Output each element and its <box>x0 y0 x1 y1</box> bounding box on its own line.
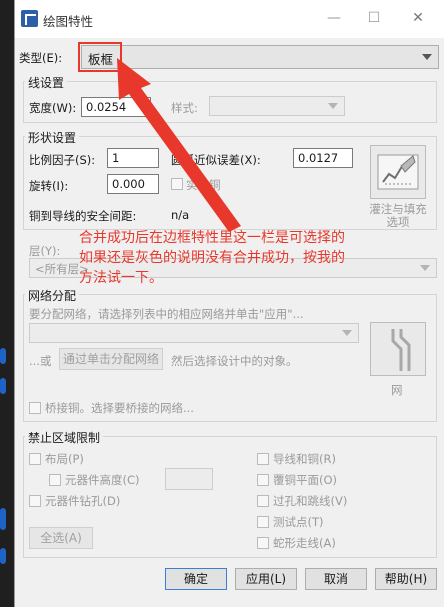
cancel-button[interactable]: 取消 <box>305 568 367 590</box>
component-drill-label: 元器件钻孔(D) <box>45 494 121 508</box>
layer-label: 层(Y): <box>29 244 61 258</box>
net-instruction: 要分配网络，请选择列表中的相应网络并单击"应用"... <box>29 307 304 321</box>
style-select[interactable] <box>209 96 345 116</box>
arc-error-input[interactable]: 0.0127 <box>293 148 353 168</box>
arc-error-label: 圆弧近似误差(X): <box>171 153 261 167</box>
component-drill-checkbox[interactable] <box>29 495 41 507</box>
traces-copper-label: 导线和铜(R) <box>273 452 336 466</box>
copper-plane-label: 覆铜平面(O) <box>273 473 338 487</box>
clearance-value: n/a <box>171 208 190 222</box>
net-button[interactable] <box>370 322 426 376</box>
type-label: 类型(E): <box>19 51 63 65</box>
bridge-copper-label: 桥接铜。选择要桥接的网络... <box>45 401 194 415</box>
vias-jumpers-label: 过孔和跳线(V) <box>273 494 348 508</box>
copper-plane-checkbox[interactable] <box>257 474 269 486</box>
annotation-line-1: 合并成功后在边框特性里这一栏是可选择的 <box>79 230 345 246</box>
width-input[interactable]: 0.0254 <box>81 97 151 117</box>
bridge-copper-checkbox[interactable] <box>29 402 41 414</box>
solid-copper-label: 实心铜 <box>186 178 221 192</box>
fill-options-button[interactable] <box>370 145 426 199</box>
help-button[interactable]: 帮助(H) <box>375 568 437 590</box>
minimize-icon[interactable]: — <box>323 8 345 28</box>
clearance-label: 铜到导线的安全间距: <box>29 209 137 223</box>
rotate-input[interactable]: 0.000 <box>107 174 159 194</box>
side-marker <box>0 548 6 564</box>
after-text: 然后选择设计中的对象。 <box>171 354 298 368</box>
width-label: 宽度(W): <box>29 101 77 115</box>
type-select[interactable]: 板框 <box>81 45 439 69</box>
layout-label: 布局(P) <box>45 452 84 466</box>
side-marker <box>0 508 6 530</box>
ok-button[interactable]: 确定 <box>165 568 227 590</box>
assign-net-by-click-button[interactable]: 通过单击分配网络 <box>59 348 163 370</box>
scale-input[interactable]: 1 <box>107 148 159 168</box>
select-all-button[interactable]: 全选(A) <box>29 527 93 549</box>
layout-checkbox[interactable] <box>29 453 41 465</box>
title-bar: 绘图特性 — ☐ ✕ <box>15 0 444 38</box>
serpentine-checkbox[interactable] <box>257 537 269 549</box>
line-settings-title: 线设置 <box>25 74 68 91</box>
scale-label: 比例因子(S): <box>29 153 96 167</box>
drawing-properties-dialog: 绘图特性 — ☐ ✕ 类型(E): 板框 线设置 宽度(W): 0.0254 样… <box>14 0 444 607</box>
fill-options-label: 灌注与填充选项 <box>369 202 427 229</box>
serpentine-label: 蛇形走线(A) <box>273 536 336 550</box>
annotation-line-2: 如果还是灰色的说明没有合并成功，按我的 <box>79 250 345 266</box>
rotate-label: 旋转(I): <box>29 179 69 193</box>
component-height-input[interactable] <box>165 468 213 490</box>
close-icon[interactable]: ✕ <box>407 8 429 28</box>
component-height-checkbox[interactable] <box>49 474 61 486</box>
net-routing-icon <box>391 329 411 371</box>
keepout-title: 禁止区域限制 <box>25 429 104 446</box>
window-title: 绘图特性 <box>43 14 94 29</box>
net-button-label: 网 <box>391 383 403 397</box>
flood-fill-icon <box>377 154 419 190</box>
shape-settings-title: 形状设置 <box>25 129 80 146</box>
component-height-label: 元器件高度(C) <box>65 473 140 487</box>
apply-button[interactable]: 应用(L) <box>235 568 297 590</box>
side-marker <box>0 378 6 394</box>
solid-copper-checkbox[interactable] <box>171 178 183 190</box>
maximize-icon[interactable]: ☐ <box>363 8 385 28</box>
test-points-label: 测试点(T) <box>273 515 324 529</box>
app-icon <box>21 10 38 27</box>
vias-jumpers-checkbox[interactable] <box>257 495 269 507</box>
annotation-line-3: 方法试一下。 <box>79 270 163 286</box>
or-text: ...或 <box>29 354 52 368</box>
test-points-checkbox[interactable] <box>257 516 269 528</box>
net-select[interactable] <box>29 323 359 343</box>
style-label: 样式: <box>171 101 198 115</box>
net-assignment-title: 网络分配 <box>25 287 80 304</box>
type-highlight-box <box>78 42 122 72</box>
traces-copper-checkbox[interactable] <box>257 453 269 465</box>
side-marker <box>0 348 6 364</box>
